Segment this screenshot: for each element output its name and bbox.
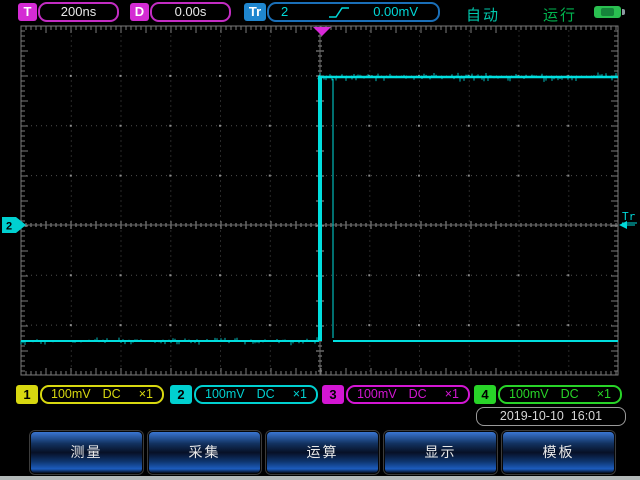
datetime-display: 2019-10-10 16:01: [476, 407, 626, 426]
svg-text:Tr: Tr: [622, 210, 636, 223]
channel-1-coupling: DC: [103, 387, 121, 402]
channel-status-row: 1 100mV DC ×1 2 100mV DC ×1 3 100mV DC ×…: [0, 385, 640, 405]
screen-bottom-strip: [0, 476, 640, 480]
softkey-menu-bar: 测量 采集 运算 显示 模板: [0, 429, 640, 476]
svg-text:2: 2: [6, 221, 12, 233]
channel-3-coupling: DC: [409, 387, 427, 402]
menu-button-template[interactable]: 模板: [502, 431, 615, 474]
channel-4-status[interactable]: 4 100mV DC ×1: [474, 385, 622, 404]
channel-1-scale: 100mV: [51, 387, 91, 402]
channel-2-settings: 100mV DC ×1: [194, 385, 318, 404]
trigger-position-marker[interactable]: [313, 27, 331, 36]
channel-2-coupling: DC: [257, 387, 275, 402]
channel-4-scale: 100mV: [509, 387, 549, 402]
oscilloscope-screen: T 200ns D 0.00s Tr 2 0.00mV 自动 运行 2Tr 1 …: [0, 0, 640, 480]
channel-1-settings: 100mV DC ×1: [40, 385, 164, 404]
channel-3-scale: 100mV: [357, 387, 397, 402]
channel-1-status[interactable]: 1 100mV DC ×1: [16, 385, 164, 404]
trigger-level-marker[interactable]: Tr: [619, 210, 637, 229]
menu-button-math[interactable]: 运算: [266, 431, 379, 474]
channel-4-badge: 4: [474, 385, 496, 404]
channel-1-probe: ×1: [139, 387, 153, 402]
channel-2-probe: ×1: [293, 387, 307, 402]
channel-3-badge: 3: [322, 385, 344, 404]
menu-button-measure[interactable]: 测量: [30, 431, 143, 474]
ch2-waveform-trace: [21, 73, 618, 346]
menu-button-acquire[interactable]: 采集: [148, 431, 261, 474]
channel-4-coupling: DC: [561, 387, 579, 402]
channel-3-settings: 100mV DC ×1: [346, 385, 470, 404]
channel-3-status[interactable]: 3 100mV DC ×1: [322, 385, 470, 404]
channel-3-probe: ×1: [445, 387, 459, 402]
channel-2-badge: 2: [170, 385, 192, 404]
channel-4-probe: ×1: [597, 387, 611, 402]
channel-2-scale: 100mV: [205, 387, 245, 402]
menu-button-display[interactable]: 显示: [384, 431, 497, 474]
channel-1-badge: 1: [16, 385, 38, 404]
channel-2-status[interactable]: 2 100mV DC ×1: [170, 385, 318, 404]
channel-4-settings: 100mV DC ×1: [498, 385, 622, 404]
